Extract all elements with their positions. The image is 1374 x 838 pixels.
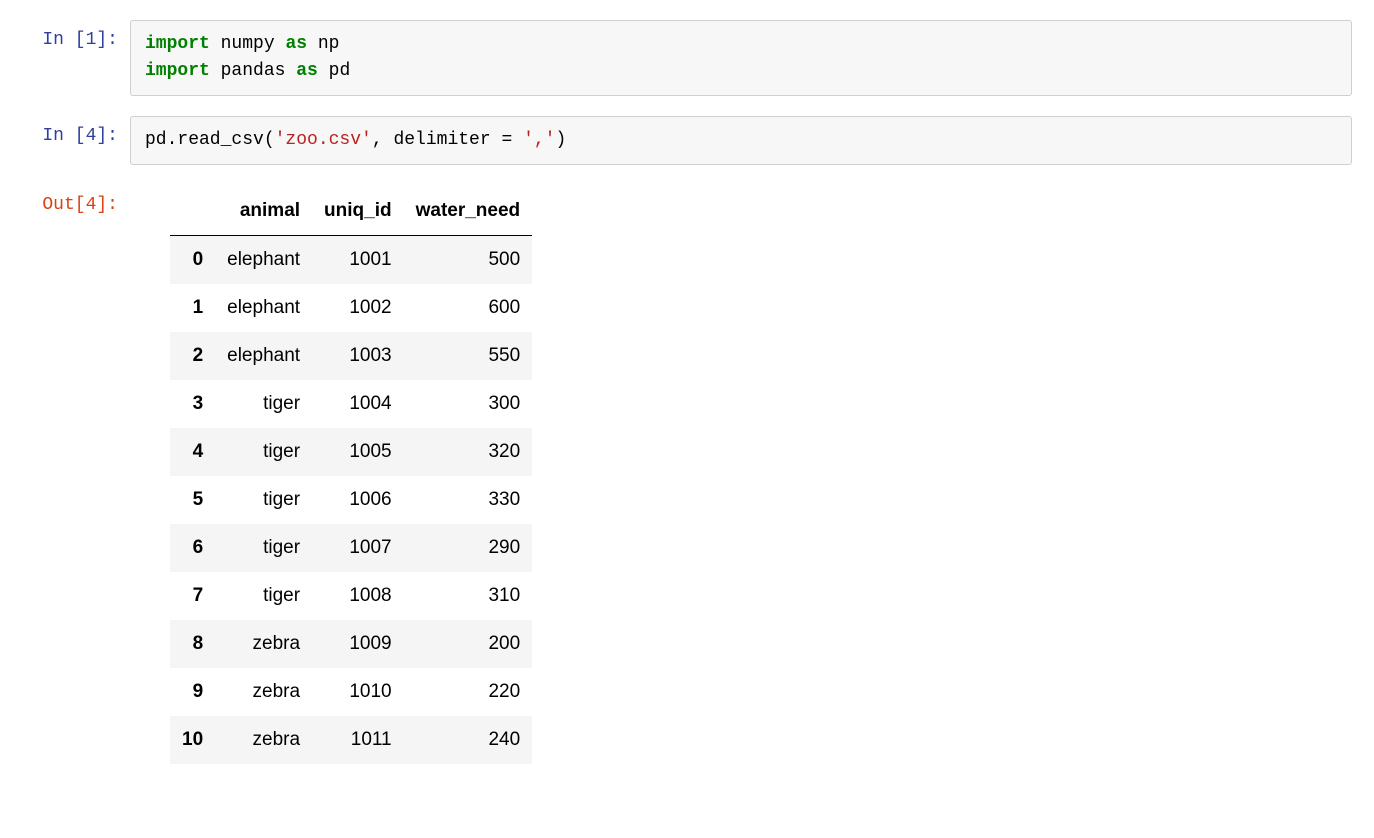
table-row: 9 zebra 1010 220 [170, 668, 532, 716]
table-cell: tiger [215, 572, 312, 620]
table-cell: tiger [215, 476, 312, 524]
table-header-row: animal uniq_id water_need [170, 187, 532, 236]
code-text: pd [318, 61, 350, 81]
table-column-header: water_need [404, 187, 533, 236]
table-cell: 1002 [312, 284, 404, 332]
table-row-index: 3 [170, 380, 215, 428]
table-row: 7 tiger 1008 310 [170, 572, 532, 620]
table-cell: 1006 [312, 476, 404, 524]
table-row-index: 8 [170, 620, 215, 668]
table-cell: 200 [404, 620, 533, 668]
table-cell: 1009 [312, 620, 404, 668]
table-cell: 1008 [312, 572, 404, 620]
table-row: 5 tiger 1006 330 [170, 476, 532, 524]
table-row: 6 tiger 1007 290 [170, 524, 532, 572]
table-cell: tiger [215, 428, 312, 476]
table-row-index: 5 [170, 476, 215, 524]
table-cell: 1001 [312, 236, 404, 285]
table-row: 2 elephant 1003 550 [170, 332, 532, 380]
table-cell: zebra [215, 716, 312, 764]
notebook-cell: In [4]: pd.read_csv('zoo.csv', delimiter… [0, 116, 1374, 165]
table-cell: 1005 [312, 428, 404, 476]
table-row-index: 10 [170, 716, 215, 764]
code-string: 'zoo.csv' [275, 130, 372, 150]
code-keyword: as [296, 61, 318, 81]
code-keyword: import [145, 61, 210, 81]
table-column-header: animal [215, 187, 312, 236]
table-cell: 220 [404, 668, 533, 716]
table-cell: 290 [404, 524, 533, 572]
table-row-index: 7 [170, 572, 215, 620]
table-cell: 1007 [312, 524, 404, 572]
table-row: 3 tiger 1004 300 [170, 380, 532, 428]
code-text: numpy [210, 34, 286, 54]
table-row-index: 4 [170, 428, 215, 476]
notebook-cell: In [1]: import numpy as np import pandas… [0, 20, 1374, 96]
table-cell: 1011 [312, 716, 404, 764]
code-keyword: as [285, 34, 307, 54]
code-keyword: import [145, 34, 210, 54]
table-cell: tiger [215, 524, 312, 572]
table-cell: elephant [215, 284, 312, 332]
table-cell: 320 [404, 428, 533, 476]
code-text: , delimiter = [372, 130, 523, 150]
table-cell: 550 [404, 332, 533, 380]
table-index-header [170, 187, 215, 236]
code-input-area[interactable]: import numpy as np import pandas as pd [130, 20, 1352, 96]
notebook-output: Out[4]: animal uniq_id water_need 0 elep… [0, 185, 1374, 764]
code-string: ',' [523, 130, 555, 150]
input-prompt: In [1]: [0, 20, 130, 50]
table-cell: zebra [215, 620, 312, 668]
table-row: 4 tiger 1005 320 [170, 428, 532, 476]
table-cell: 1010 [312, 668, 404, 716]
table-row: 0 elephant 1001 500 [170, 236, 532, 285]
table-row: 8 zebra 1009 200 [170, 620, 532, 668]
code-text: pandas [210, 61, 296, 81]
output-prompt: Out[4]: [0, 185, 130, 215]
table-cell: zebra [215, 668, 312, 716]
table-cell: 600 [404, 284, 533, 332]
table-cell: 500 [404, 236, 533, 285]
table-cell: tiger [215, 380, 312, 428]
table-row-index: 2 [170, 332, 215, 380]
table-row: 1 elephant 1002 600 [170, 284, 532, 332]
table-row-index: 6 [170, 524, 215, 572]
table-row-index: 9 [170, 668, 215, 716]
table-cell: elephant [215, 332, 312, 380]
table-cell: 1004 [312, 380, 404, 428]
table-cell: elephant [215, 236, 312, 285]
code-text: np [307, 34, 339, 54]
table-column-header: uniq_id [312, 187, 404, 236]
table-cell: 240 [404, 716, 533, 764]
output-area: animal uniq_id water_need 0 elephant 100… [130, 185, 1374, 764]
table-cell: 330 [404, 476, 533, 524]
table-row: 10 zebra 1011 240 [170, 716, 532, 764]
table-cell: 1003 [312, 332, 404, 380]
input-prompt: In [4]: [0, 116, 130, 146]
table-row-index: 1 [170, 284, 215, 332]
table-cell: 310 [404, 572, 533, 620]
code-text: pd.read_csv( [145, 130, 275, 150]
table-row-index: 0 [170, 236, 215, 285]
table-cell: 300 [404, 380, 533, 428]
code-input-area[interactable]: pd.read_csv('zoo.csv', delimiter = ',') [130, 116, 1352, 165]
code-text: ) [555, 130, 566, 150]
dataframe-table: animal uniq_id water_need 0 elephant 100… [170, 187, 532, 764]
